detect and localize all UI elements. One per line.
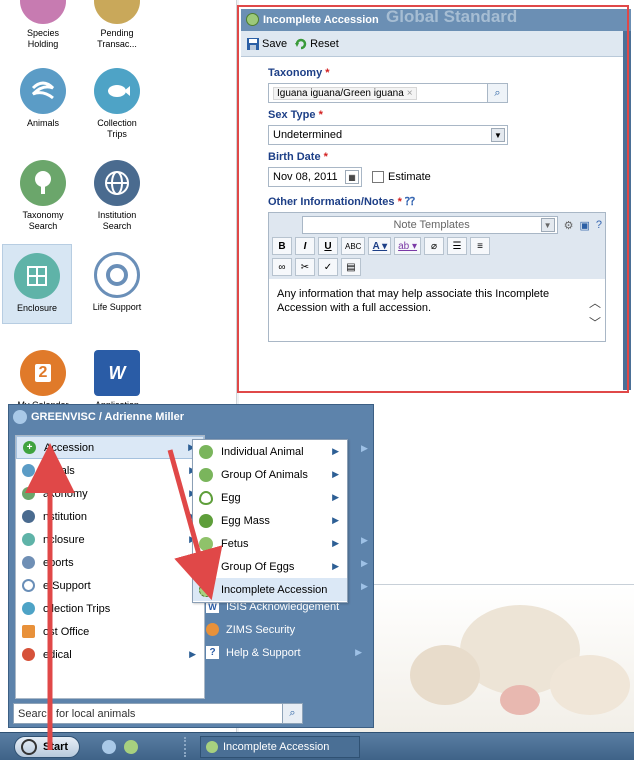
arrow-diagonal — [167, 449, 223, 601]
annotation-arrows — [25, 443, 223, 750]
